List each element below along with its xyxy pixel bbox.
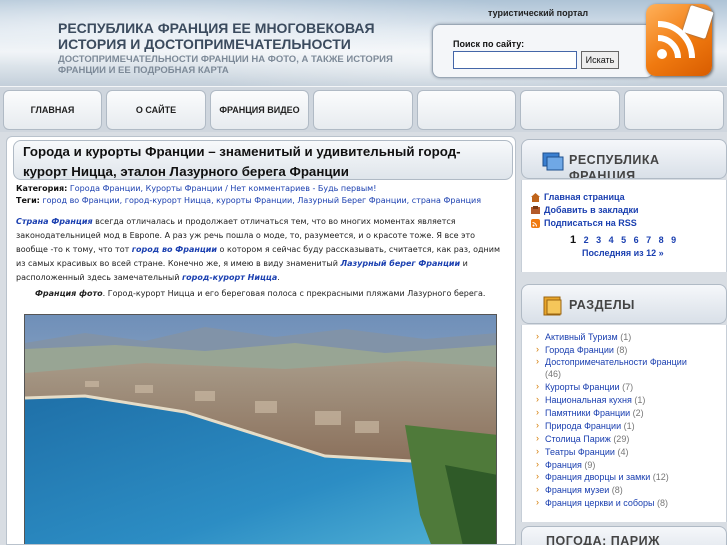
caption-text: . Город-курорт Ницца и его береговая пол…	[102, 289, 486, 298]
search-label: Поиск по сайту:	[453, 39, 525, 49]
nice-panorama-image	[25, 315, 496, 544]
category-item[interactable]: › Природа Франции (1)	[536, 420, 635, 431]
post-tags-line: Теги: город во Франции, город-курорт Ниц…	[16, 195, 481, 206]
rss-small-icon	[531, 219, 540, 228]
site-header: РЕСПУБЛИКА ФРАНЦИЯ ЕЕ МНОГОВЕКОВАЯ ИСТОР…	[0, 0, 727, 86]
tag-link-country-france[interactable]: Страна Франция	[16, 217, 93, 226]
nav-item-empty-1[interactable]	[313, 90, 413, 130]
category-item[interactable]: › Активный Туризм (1)	[536, 331, 631, 342]
nav-item-empty-2[interactable]	[417, 90, 516, 130]
category-item[interactable]: › Франция музеи (8)	[536, 484, 623, 495]
category-item[interactable]: › Города Франции (8)	[536, 344, 627, 355]
republic-widget-body: Главная страница Добавить в закладки Под…	[521, 180, 727, 272]
folder-icon	[543, 296, 562, 316]
tag-links[interactable]: город во Франции, город-курорт Ницца, ку…	[42, 196, 481, 205]
pagination-current: 1	[570, 234, 577, 246]
rss-feed-icon[interactable]	[646, 4, 714, 76]
sections-widget-title: РАЗДЕЛЫ	[569, 298, 635, 312]
category-links[interactable]: Города Франции, Курорты Франции / Нет ко…	[70, 184, 377, 193]
category-item[interactable]: › Франция (9)	[536, 459, 595, 470]
category-item[interactable]: › Курорты Франции (7)	[536, 381, 633, 392]
post-content: Города и курорты Франции – знаменитый и …	[6, 136, 516, 545]
category-item-count: (46)	[545, 369, 562, 379]
post-title[interactable]: Города и курорты Франции – знаменитый и …	[13, 140, 513, 180]
site-description: ДОСТОПРИМЕЧАТЕЛЬНОСТИ ФРАНЦИИ НА ФОТО, А…	[58, 54, 393, 76]
post-paragraph: Страна Франция всегда отличалась и продо…	[16, 215, 508, 285]
nav-home[interactable]: ГЛАВНАЯ	[3, 90, 102, 130]
nav-about[interactable]: О САЙТЕ	[106, 90, 206, 130]
sections-list: › Активный Туризм (1) › Города Франции (8)…	[521, 325, 727, 522]
paragraph-text-end: .	[277, 273, 280, 282]
sidebar-link-rss[interactable]: Подписаться на RSS	[531, 218, 637, 228]
category-item[interactable]: › Национальная кухня (1)	[536, 394, 645, 405]
photo-caption: Франция фото. Город-курорт Ницца и его б…	[35, 289, 485, 298]
sections-widget-header: РАЗДЕЛЫ	[521, 284, 727, 324]
nav-item-empty-4[interactable]	[624, 90, 724, 130]
search-input[interactable]	[453, 51, 577, 69]
sidebar: РЕСПУБЛИКА ФРАНЦИЯ Главная страница Доба…	[521, 136, 727, 545]
category-item[interactable]: › Достопримечательности Франции	[536, 356, 687, 367]
pagination-pages[interactable]: 2 3 4 5 6 7 8 9	[584, 235, 677, 245]
category-item[interactable]: › Столица Париж (29)	[536, 433, 629, 444]
nice-coast-photo	[24, 314, 497, 544]
rss-waves-icon	[657, 21, 695, 59]
category-item[interactable]: › Театры Франции (4)	[536, 446, 628, 457]
search-box: Поиск по сайту: Искать	[432, 24, 654, 78]
main-navigation: ГЛАВНАЯ О САЙТЕ ФРАНЦИЯ ВИДЕО	[0, 86, 727, 132]
pagination-last[interactable]: Последняя из 12 »	[582, 248, 664, 258]
search-button[interactable]: Искать	[581, 51, 619, 69]
caption-bold: Франция фото	[35, 289, 103, 298]
category-item[interactable]: › Франция церкви и соборы (8)	[536, 497, 668, 508]
pagination: 1 2 3 4 5 6 7 8 9	[570, 234, 676, 246]
post-category-line: Категория: Города Франции, Курорты Франц…	[16, 183, 376, 194]
sidebar-link-rss-label: Подписаться на RSS	[544, 218, 637, 228]
tag-link-city-france[interactable]: город во Франции	[132, 245, 217, 254]
bookmark-icon	[531, 206, 540, 214]
category-item[interactable]: › Памятники Франции (2)	[536, 407, 644, 418]
republic-widget-title: РЕСПУБЛИКА ФРАНЦИЯ	[569, 153, 660, 179]
windows-icon	[542, 152, 564, 171]
sidebar-link-home-label: Главная страница	[544, 192, 625, 202]
tag-link-azure-coast[interactable]: Лазурный берег Франции	[340, 259, 460, 268]
tags-label: Теги:	[16, 196, 40, 205]
portal-label: туристический портал	[488, 8, 589, 18]
weather-widget-header: ПОГОДА: ПАРИЖ	[521, 526, 727, 545]
category-item[interactable]: › Франция дворцы и замки (12)	[536, 471, 669, 482]
nav-france-video[interactable]: ФРАНЦИЯ ВИДЕО	[210, 90, 309, 130]
site-title[interactable]: РЕСПУБЛИКА ФРАНЦИЯ ЕЕ МНОГОВЕКОВАЯ ИСТОР…	[58, 20, 408, 52]
sidebar-link-bookmark-label: Добавить в закладки	[544, 205, 639, 215]
republic-widget-header: РЕСПУБЛИКА ФРАНЦИЯ	[521, 139, 727, 179]
category-label: Категория:	[16, 184, 68, 193]
tag-link-nice-resort[interactable]: город-курорт Ницца	[182, 273, 277, 282]
sidebar-link-home[interactable]: Главная страница	[531, 192, 625, 202]
home-icon	[531, 193, 540, 202]
sidebar-link-bookmark[interactable]: Добавить в закладки	[531, 205, 639, 215]
nav-item-empty-3[interactable]	[520, 90, 620, 130]
weather-widget-title: ПОГОДА: ПАРИЖ	[546, 534, 660, 545]
